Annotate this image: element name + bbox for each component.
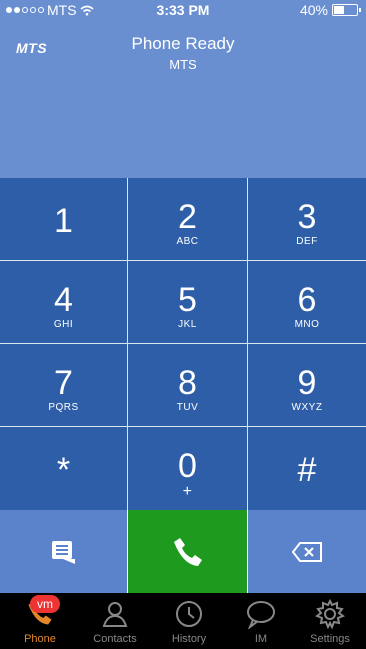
tab-contacts[interactable]: Contacts — [80, 593, 150, 649]
key-2[interactable]: 2 ABC — [128, 178, 247, 260]
backspace-button[interactable] — [248, 510, 366, 593]
key-5[interactable]: 5 JKL — [128, 261, 247, 343]
tab-settings-label: Settings — [310, 633, 350, 645]
gear-icon — [315, 599, 345, 629]
tab-contacts-label: Contacts — [93, 633, 137, 645]
list-icon — [51, 540, 75, 564]
key-0[interactable]: 0 + — [128, 427, 247, 510]
tab-bar: vm Phone Contacts History IM Settings — [0, 593, 366, 649]
call-button[interactable] — [128, 510, 247, 593]
key-7[interactable]: 7 PQRS — [0, 344, 127, 426]
clock-icon — [176, 601, 202, 627]
key-star[interactable]: * — [0, 427, 127, 510]
battery-percent: 40% — [299, 2, 328, 18]
backspace-icon — [291, 541, 322, 562]
voicemail-badge: vm — [30, 595, 60, 613]
key-8[interactable]: 8 TUV — [128, 344, 247, 426]
messages-button[interactable] — [0, 510, 127, 593]
header-area: MTS 3:33 PM 40% MTS Phone Ready MTS — [0, 0, 366, 178]
tab-history-label: History — [171, 633, 207, 645]
key-9[interactable]: 9 WXYZ — [248, 344, 366, 426]
phone-icon — [173, 537, 202, 566]
key-4[interactable]: 4 GHI — [0, 261, 127, 343]
tab-settings[interactable]: Settings — [294, 593, 366, 649]
tab-im-label: IM — [254, 633, 268, 645]
status-bar: MTS 3:33 PM 40% — [0, 0, 366, 20]
page-subtitle: MTS — [169, 57, 197, 72]
tab-phone[interactable]: vm Phone — [0, 593, 80, 649]
tab-im[interactable]: IM — [228, 593, 294, 649]
action-row — [0, 510, 366, 593]
key-hash[interactable]: # — [248, 427, 366, 510]
tab-history[interactable]: History — [150, 593, 228, 649]
dial-pad: 1 2 ABC 3 DEF 4 GHI 5 JKL 6 MNO 7 PQRS 8 TUV 9W… — [0, 178, 366, 510]
key-1[interactable]: 1 — [0, 178, 127, 260]
chat-bubble-icon — [247, 601, 275, 629]
contacts-icon — [102, 602, 128, 627]
battery-icon — [332, 4, 361, 16]
tab-phone-label: Phone — [24, 633, 56, 645]
key-3[interactable]: 3 DEF — [248, 178, 366, 260]
page-title: Phone Ready — [131, 34, 235, 53]
key-6[interactable]: 6 MNO — [248, 261, 366, 343]
